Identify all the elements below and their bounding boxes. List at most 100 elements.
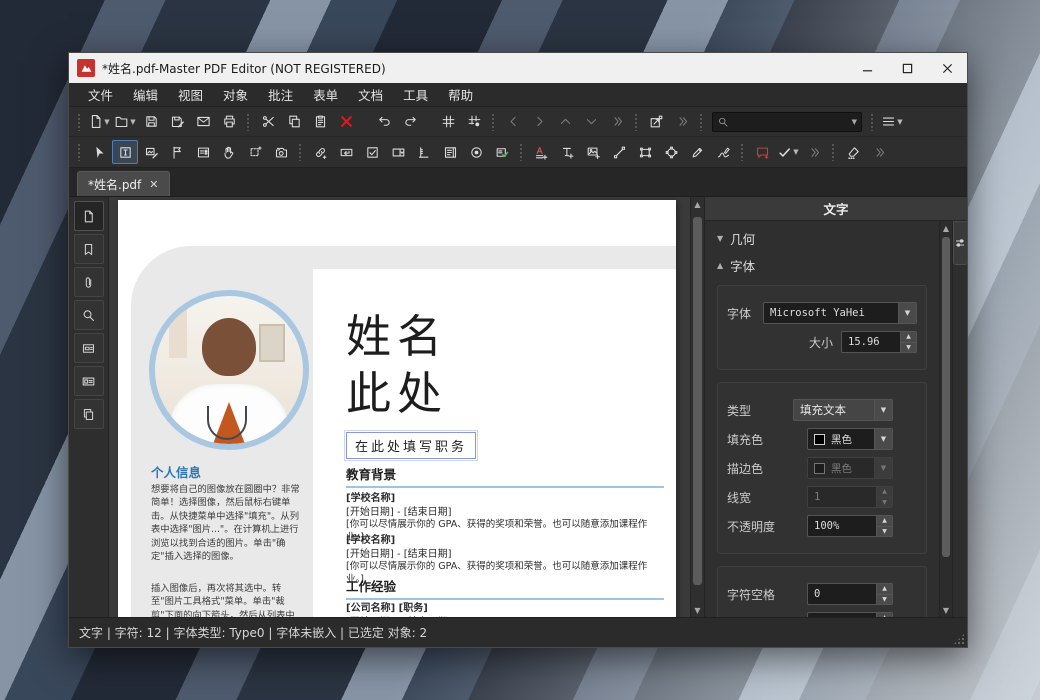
scroll-thumb[interactable] bbox=[942, 237, 950, 557]
overflow-button-2[interactable] bbox=[669, 110, 695, 134]
chevron-down-icon[interactable]: ▼ bbox=[130, 118, 135, 126]
resize-grip[interactable] bbox=[953, 633, 965, 645]
toolbar-grip[interactable] bbox=[77, 113, 82, 131]
link-tool-button[interactable] bbox=[307, 140, 333, 164]
spin-down-icon[interactable]: ▼ bbox=[877, 527, 892, 537]
scroll-up-icon[interactable]: ▲ bbox=[940, 221, 952, 235]
scroll-thumb[interactable] bbox=[693, 217, 702, 585]
edit-content-tool-button[interactable] bbox=[138, 140, 164, 164]
print-button[interactable] bbox=[216, 110, 242, 134]
font-family-select[interactable]: Microsoft YaHei ▼ bbox=[763, 302, 917, 324]
pages-panel-button[interactable] bbox=[74, 201, 104, 231]
layers-panel-button[interactable] bbox=[74, 399, 104, 429]
paste-button[interactable] bbox=[307, 110, 333, 134]
search-input[interactable]: ▼ bbox=[712, 112, 862, 132]
form-fields-panel-button[interactable] bbox=[74, 333, 104, 363]
menu-item-6[interactable]: 文档 bbox=[349, 83, 392, 106]
opacity-spinner[interactable]: 100% ▲▼ bbox=[807, 515, 893, 537]
chevron-down-icon[interactable]: ▼ bbox=[898, 303, 916, 323]
scroll-track[interactable] bbox=[940, 235, 952, 603]
menu-item-2[interactable]: 视图 bbox=[169, 83, 212, 106]
polygon-tool-button[interactable] bbox=[658, 140, 684, 164]
overflow-tools-button[interactable] bbox=[801, 140, 827, 164]
combo-box-tool-button[interactable] bbox=[385, 140, 411, 164]
chevron-down-icon[interactable]: ▼ bbox=[874, 400, 892, 420]
measure-tool-button[interactable] bbox=[411, 140, 437, 164]
document-area[interactable]: 姓名此处 在此处填写职务 个人信息 想要将自己的图像放在圆圈中？非常简单！选择图… bbox=[109, 197, 690, 617]
toolbar-grip[interactable] bbox=[699, 113, 704, 131]
scroll-track[interactable] bbox=[691, 211, 704, 603]
comment-tool-button[interactable] bbox=[749, 140, 775, 164]
spinner-buttons[interactable]: ▲▼ bbox=[876, 516, 892, 536]
chevron-down-icon[interactable]: ▼ bbox=[874, 429, 892, 449]
grid-button[interactable] bbox=[435, 110, 461, 134]
char-spacing-spinner[interactable]: 0 ▲▼ bbox=[807, 583, 893, 605]
panel-scrollbar[interactable]: ▲ ▼ bbox=[939, 221, 952, 617]
scroll-down-icon[interactable]: ▼ bbox=[691, 603, 704, 617]
highlight-text-tool-button[interactable] bbox=[528, 140, 554, 164]
toolbar-grip[interactable] bbox=[298, 143, 303, 161]
list-box-tool-button[interactable] bbox=[437, 140, 463, 164]
spin-down-icon[interactable]: ▼ bbox=[901, 343, 916, 353]
menu-item-7[interactable]: 工具 bbox=[394, 83, 437, 106]
cut-button[interactable] bbox=[255, 110, 281, 134]
profile-photo[interactable] bbox=[149, 290, 309, 450]
add-image-tool-button[interactable] bbox=[580, 140, 606, 164]
forms-tool-button[interactable] bbox=[190, 140, 216, 164]
page-up-button[interactable] bbox=[552, 110, 578, 134]
spinner-buttons[interactable]: ▲▼ bbox=[900, 332, 916, 352]
search-input-field[interactable] bbox=[729, 116, 852, 128]
chevron-down-icon[interactable]: ▼ bbox=[793, 148, 798, 156]
chevron-down-icon[interactable]: ▼ bbox=[852, 118, 857, 126]
maximize-button[interactable] bbox=[887, 53, 927, 83]
properties-toggle-button[interactable] bbox=[953, 221, 968, 265]
toolbar-grip[interactable] bbox=[519, 143, 524, 161]
text-field-tool-button[interactable] bbox=[333, 140, 359, 164]
toolbar-grip[interactable] bbox=[77, 143, 82, 161]
menu-item-8[interactable]: 帮助 bbox=[439, 83, 482, 106]
edit-text-tool-button[interactable] bbox=[112, 140, 138, 164]
delete-button[interactable] bbox=[333, 110, 359, 134]
checkbox-tool-button[interactable] bbox=[359, 140, 385, 164]
menu-item-5[interactable]: 表单 bbox=[304, 83, 347, 106]
tab-close-icon[interactable]: ✕ bbox=[149, 178, 158, 191]
menu-item-4[interactable]: 批注 bbox=[259, 83, 302, 106]
resume-job-textbox[interactable]: 在此处填写职务 bbox=[346, 432, 476, 459]
fill-color-select[interactable]: 黑色 ▼ bbox=[807, 428, 893, 450]
snapshot-tool-button[interactable] bbox=[268, 140, 294, 164]
pdf-page[interactable]: 姓名此处 在此处填写职务 个人信息 想要将自己的图像放在圆圈中？非常简单！选择图… bbox=[118, 200, 676, 617]
spin-up-icon[interactable]: ▲ bbox=[877, 516, 892, 527]
geometry-section-header[interactable]: ▼ 几何 bbox=[705, 223, 939, 250]
email-button[interactable] bbox=[190, 110, 216, 134]
check-annotation-button[interactable]: ▼ bbox=[775, 140, 801, 164]
bookmarks-panel-button[interactable] bbox=[74, 234, 104, 264]
overflow-button[interactable] bbox=[604, 110, 630, 134]
fit-screen-button[interactable] bbox=[643, 110, 669, 134]
minimize-button[interactable] bbox=[847, 53, 887, 83]
save-button[interactable] bbox=[138, 110, 164, 134]
close-button[interactable] bbox=[927, 53, 967, 83]
document-tab[interactable]: *姓名.pdf ✕ bbox=[77, 171, 170, 196]
next-page-button[interactable] bbox=[526, 110, 552, 134]
open-button[interactable]: ▼ bbox=[112, 110, 138, 134]
toolbar-grip[interactable] bbox=[491, 113, 496, 131]
title-bar[interactable]: *姓名.pdf-Master PDF Editor (NOT REGISTERE… bbox=[69, 53, 967, 83]
flag-tool-button[interactable] bbox=[164, 140, 190, 164]
scroll-down-icon[interactable]: ▼ bbox=[940, 603, 952, 617]
add-text-tool-button[interactable] bbox=[554, 140, 580, 164]
spin-up-icon[interactable]: ▲ bbox=[901, 332, 916, 343]
prev-page-button[interactable] bbox=[500, 110, 526, 134]
chevron-down-icon[interactable]: ▼ bbox=[897, 118, 902, 126]
resume-name[interactable]: 姓名此处 bbox=[346, 308, 448, 422]
toolbar-grip[interactable] bbox=[740, 143, 745, 161]
font-section-header[interactable]: ▲ 字体 bbox=[705, 250, 939, 277]
eraser-tool-button[interactable] bbox=[840, 140, 866, 164]
page-down-button[interactable] bbox=[578, 110, 604, 134]
redo-button[interactable] bbox=[397, 110, 423, 134]
signature-verify-tool-button[interactable] bbox=[489, 140, 515, 164]
font-size-spinner[interactable]: 15.96 ▲▼ bbox=[841, 331, 917, 353]
scroll-up-icon[interactable]: ▲ bbox=[691, 197, 704, 211]
text-type-select[interactable]: 填充文本 ▼ bbox=[793, 399, 893, 421]
main-menu-button[interactable]: ▼ bbox=[879, 110, 905, 134]
signature-tool-button[interactable] bbox=[710, 140, 736, 164]
